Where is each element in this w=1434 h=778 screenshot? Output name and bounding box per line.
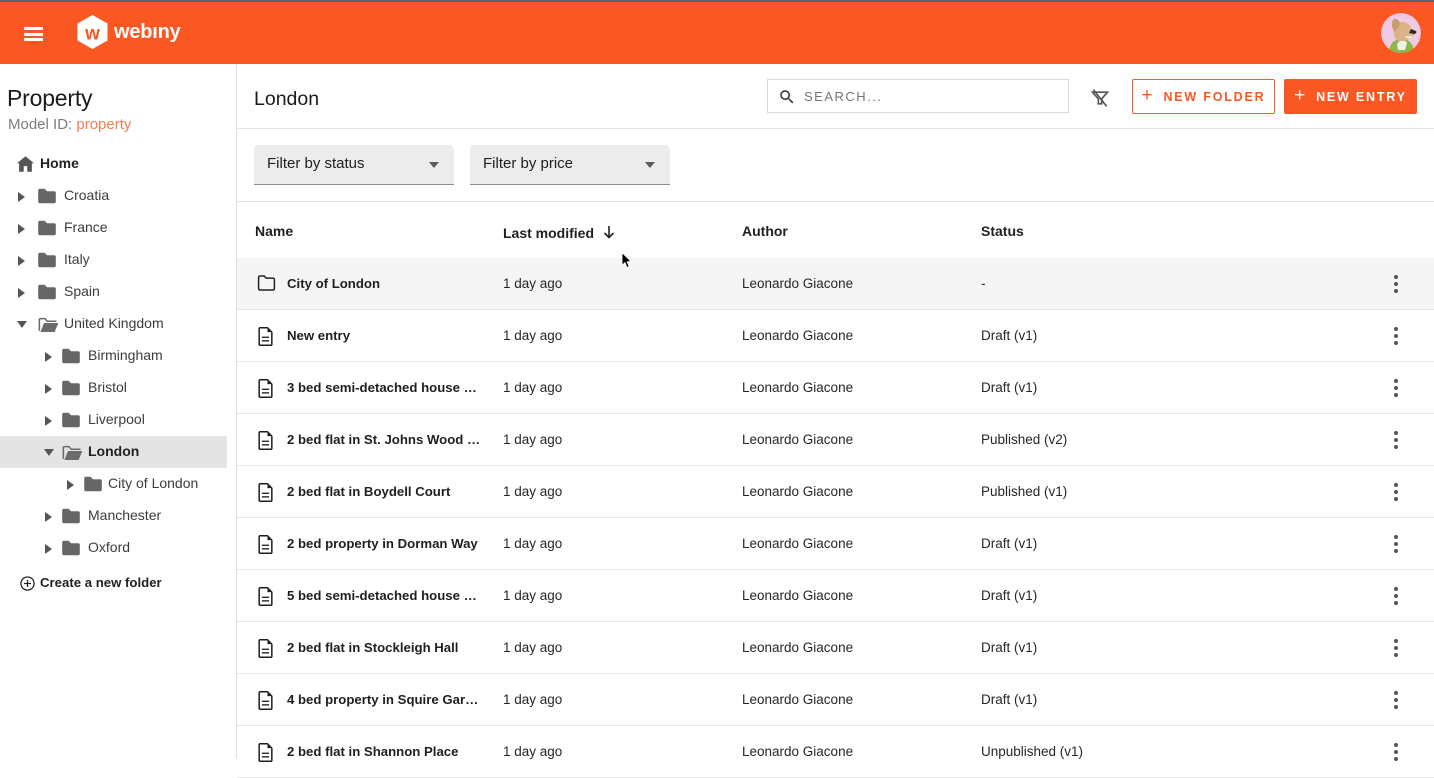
svg-text:w: w (84, 24, 100, 45)
